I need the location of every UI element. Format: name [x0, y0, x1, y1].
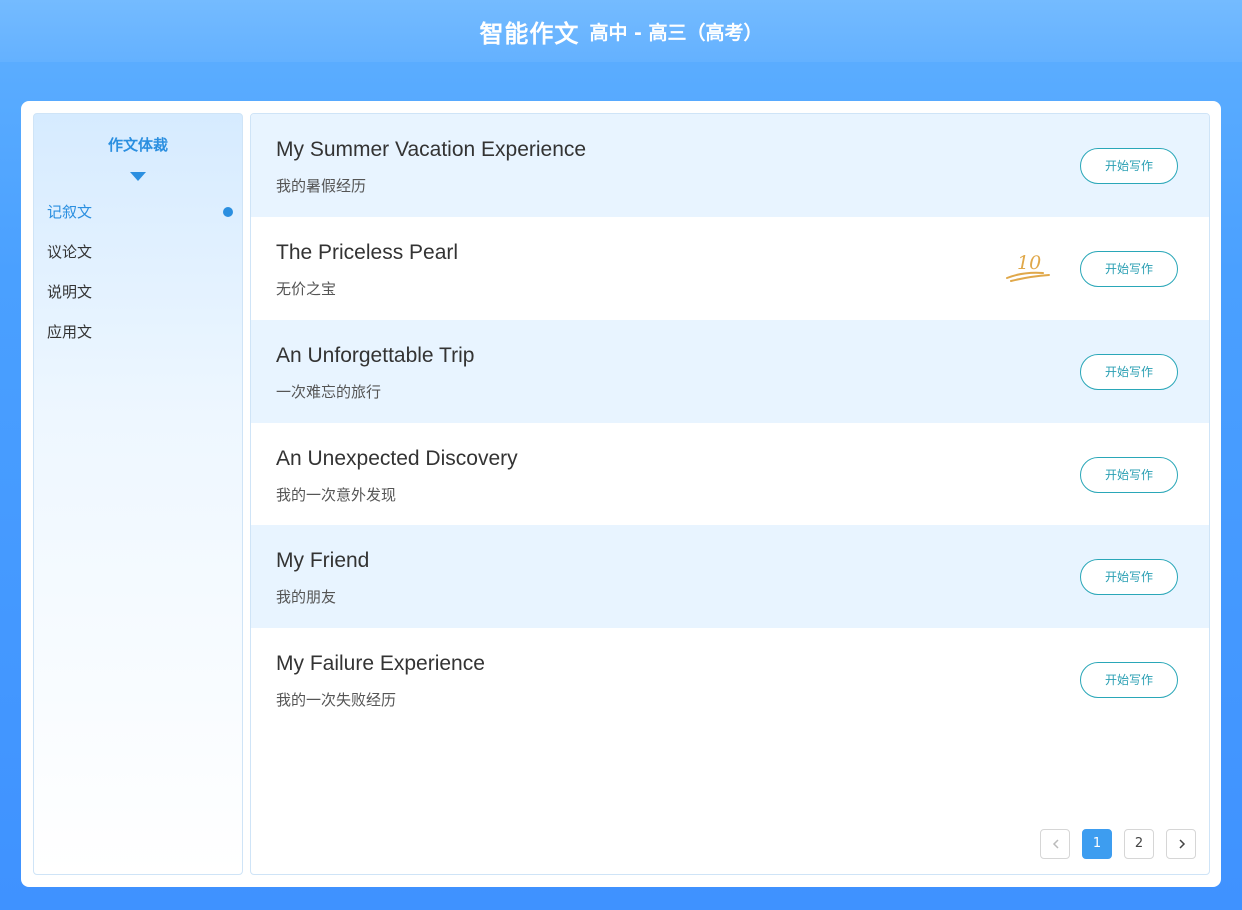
sidebar-item-label: 记叙文 [47, 203, 93, 221]
sidebar-item-expository[interactable]: 说明文 [47, 280, 233, 304]
next-page-button[interactable] [1166, 829, 1196, 859]
list-item: The Priceless Pearl 无价之宝 10 开始写作 [251, 217, 1209, 320]
chevron-left-icon [1052, 839, 1059, 849]
list-item: An Unexpected Discovery 我的一次意外发现 开始写作 [251, 423, 1209, 526]
content-card: 作文体裁 记叙文 议论文 说明文 应用文 My Summer Vacation … [21, 101, 1221, 887]
start-writing-button[interactable]: 开始写作 [1080, 559, 1178, 595]
essay-title-en: An Unforgettable Trip [276, 344, 475, 367]
sidebar-item-narrative[interactable]: 记叙文 [47, 200, 233, 224]
list-item: An Unforgettable Trip 一次难忘的旅行 开始写作 [251, 320, 1209, 423]
caret-down-icon [130, 172, 146, 181]
score-value: 10 [1017, 252, 1041, 274]
start-writing-button[interactable]: 开始写作 [1080, 662, 1178, 698]
start-writing-button[interactable]: 开始写作 [1080, 457, 1178, 493]
list-item: My Failure Experience 我的一次失败经历 开始写作 [251, 628, 1209, 731]
essay-title-zh: 一次难忘的旅行 [276, 383, 382, 401]
active-dot-icon [223, 207, 233, 217]
essay-title-en: My Failure Experience [276, 652, 485, 675]
score-badge: 10 [1003, 247, 1053, 287]
top-header: 智能作文 高中 - 高三（高考） [0, 0, 1242, 62]
essay-title-en: The Priceless Pearl [276, 241, 459, 264]
sidebar-item-practical[interactable]: 应用文 [47, 320, 233, 344]
essay-title-zh: 无价之宝 [276, 280, 337, 298]
genre-sidebar: 作文体裁 记叙文 议论文 说明文 应用文 [33, 113, 243, 875]
list-item: My Summer Vacation Experience 我的暑假经历 开始写… [251, 114, 1209, 217]
essay-title-en: An Unexpected Discovery [276, 447, 518, 470]
sidebar-item-label: 应用文 [47, 323, 93, 341]
prev-page-button[interactable] [1040, 829, 1070, 859]
sidebar-item-argumentative[interactable]: 议论文 [47, 240, 233, 264]
grade-subtitle: 高中 - 高三（高考） [589, 21, 763, 44]
start-writing-button[interactable]: 开始写作 [1080, 354, 1178, 390]
score-underline-icon: 10 [1006, 252, 1050, 282]
essay-title-zh: 我的一次意外发现 [276, 486, 397, 504]
essay-title-zh: 我的朋友 [276, 588, 337, 606]
essay-title-zh: 我的暑假经历 [276, 177, 367, 195]
page-button-2[interactable]: 2 [1124, 829, 1154, 859]
page-button-1[interactable]: 1 [1082, 829, 1112, 859]
start-writing-button[interactable]: 开始写作 [1080, 251, 1178, 287]
app-title: 智能作文 [479, 19, 580, 48]
sidebar-item-label: 说明文 [47, 283, 93, 301]
chevron-right-icon [1179, 839, 1186, 849]
essay-title-en: My Friend [276, 549, 370, 572]
essay-title-en: My Summer Vacation Experience [276, 138, 587, 161]
start-writing-button[interactable]: 开始写作 [1080, 148, 1178, 184]
sidebar-title: 作文体裁 [107, 136, 168, 154]
sidebar-item-label: 议论文 [47, 243, 93, 261]
essay-list: My Summer Vacation Experience 我的暑假经历 开始写… [250, 113, 1210, 875]
list-item: My Friend 我的朋友 开始写作 [251, 525, 1209, 628]
essay-title-zh: 我的一次失败经历 [276, 691, 397, 709]
